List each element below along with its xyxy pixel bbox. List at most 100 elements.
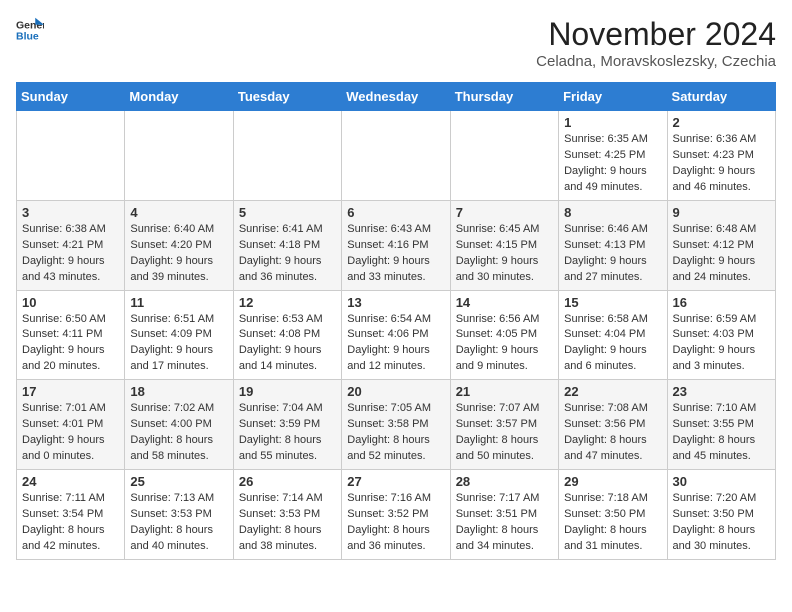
svg-text:Blue: Blue xyxy=(16,31,39,43)
calendar-cell: 19Sunrise: 7:04 AM Sunset: 3:59 PM Dayli… xyxy=(233,380,341,470)
calendar-cell: 16 Sunrise: 6:59 AM Sunset: 4:03 PM Dayli… xyxy=(667,290,775,380)
day-detail: Sunrise: 7:05 AM Sunset: 3:58 PM Dayligh… xyxy=(347,401,444,465)
calendar-cell: 6 Sunrise: 6:43 AM Sunset: 4:16 PM Daylig… xyxy=(342,200,450,290)
day-number: 23 xyxy=(673,384,770,399)
calendar-week-4: 17 Sunrise: 7:01 AM Sunset: 4:01 PM Dayli… xyxy=(17,380,776,470)
calendar-cell: 20 Sunrise: 7:05 AM Sunset: 3:58 PM Dayli… xyxy=(342,380,450,470)
calendar-cell: 9Sunrise: 6:48 AM Sunset: 4:12 PM Daylig… xyxy=(667,200,775,290)
calendar-cell: 26 Sunrise: 7:14 AM Sunset: 3:53 PM Dayli… xyxy=(233,470,341,560)
calendar-cell: 8Sunrise: 6:46 AM Sunset: 4:13 PM Daylig… xyxy=(559,200,667,290)
calendar-cell xyxy=(17,111,125,201)
day-number: 24 xyxy=(22,474,119,489)
day-detail: Sunrise: 6:41 AM Sunset: 4:18 PM Dayligh… xyxy=(239,222,336,286)
day-number: 17 xyxy=(22,384,119,399)
title-block: November 2024 Celadna, Moravskoslezsky, … xyxy=(536,16,776,70)
month-title: November 2024 xyxy=(536,16,776,53)
day-number: 29 xyxy=(564,474,661,489)
day-detail: Sunrise: 6:38 AM Sunset: 4:21 PM Dayligh… xyxy=(22,222,119,286)
calendar-cell: 3Sunrise: 6:38 AM Sunset: 4:21 PM Daylig… xyxy=(17,200,125,290)
day-detail: Sunrise: 6:45 AM Sunset: 4:15 PM Dayligh… xyxy=(456,222,553,286)
day-detail: Sunrise: 7:08 AM Sunset: 3:56 PM Dayligh… xyxy=(564,401,661,465)
day-detail: Sunrise: 6:36 AM Sunset: 4:23 PM Dayligh… xyxy=(673,132,770,196)
day-number: 10 xyxy=(22,295,119,310)
day-number: 13 xyxy=(347,295,444,310)
day-detail: Sunrise: 6:48 AM Sunset: 4:12 PM Dayligh… xyxy=(673,222,770,286)
day-detail: Sunrise: 7:20 AM Sunset: 3:50 PM Dayligh… xyxy=(673,491,770,555)
day-detail: Sunrise: 6:50 AM Sunset: 4:11 PM Dayligh… xyxy=(22,312,119,376)
calendar-week-1: 1 Sunrise: 6:35 AM Sunset: 4:25 PM Daylig… xyxy=(17,111,776,201)
day-detail: Sunrise: 7:14 AM Sunset: 3:53 PM Dayligh… xyxy=(239,491,336,555)
calendar-cell xyxy=(125,111,233,201)
calendar-cell: 2 Sunrise: 6:36 AM Sunset: 4:23 PM Daylig… xyxy=(667,111,775,201)
calendar-cell: 13 Sunrise: 6:54 AM Sunset: 4:06 PM Dayli… xyxy=(342,290,450,380)
weekday-header-thursday: Thursday xyxy=(450,83,558,111)
day-number: 14 xyxy=(456,295,553,310)
calendar-cell: 4 Sunrise: 6:40 AM Sunset: 4:20 PM Daylig… xyxy=(125,200,233,290)
day-number: 20 xyxy=(347,384,444,399)
calendar-cell: 17 Sunrise: 7:01 AM Sunset: 4:01 PM Dayli… xyxy=(17,380,125,470)
calendar-cell: 27 Sunrise: 7:16 AM Sunset: 3:52 PM Dayli… xyxy=(342,470,450,560)
calendar-cell: 11Sunrise: 6:51 AM Sunset: 4:09 PM Dayli… xyxy=(125,290,233,380)
day-detail: Sunrise: 7:02 AM Sunset: 4:00 PM Dayligh… xyxy=(130,401,227,465)
calendar-table: SundayMondayTuesdayWednesdayThursdayFrid… xyxy=(16,82,776,560)
calendar-cell xyxy=(233,111,341,201)
day-detail: Sunrise: 7:10 AM Sunset: 3:55 PM Dayligh… xyxy=(673,401,770,465)
day-number: 30 xyxy=(673,474,770,489)
day-number: 6 xyxy=(347,205,444,220)
calendar-week-5: 24 Sunrise: 7:11 AM Sunset: 3:54 PM Dayli… xyxy=(17,470,776,560)
day-detail: Sunrise: 6:59 AM Sunset: 4:03 PM Dayligh… xyxy=(673,312,770,376)
day-detail: Sunrise: 7:11 AM Sunset: 3:54 PM Dayligh… xyxy=(22,491,119,555)
calendar-cell: 25Sunrise: 7:13 AM Sunset: 3:53 PM Dayli… xyxy=(125,470,233,560)
calendar-cell: 14Sunrise: 6:56 AM Sunset: 4:05 PM Dayli… xyxy=(450,290,558,380)
day-detail: Sunrise: 7:13 AM Sunset: 3:53 PM Dayligh… xyxy=(130,491,227,555)
calendar-cell: 28Sunrise: 7:17 AM Sunset: 3:51 PM Dayli… xyxy=(450,470,558,560)
calendar-week-3: 10 Sunrise: 6:50 AM Sunset: 4:11 PM Dayli… xyxy=(17,290,776,380)
day-detail: Sunrise: 7:16 AM Sunset: 3:52 PM Dayligh… xyxy=(347,491,444,555)
calendar-cell: 21 Sunrise: 7:07 AM Sunset: 3:57 PM Dayli… xyxy=(450,380,558,470)
day-detail: Sunrise: 7:17 AM Sunset: 3:51 PM Dayligh… xyxy=(456,491,553,555)
logo: General Blue xyxy=(16,16,44,44)
calendar-cell xyxy=(342,111,450,201)
day-number: 2 xyxy=(673,115,770,130)
location-subtitle: Celadna, Moravskoslezsky, Czechia xyxy=(536,53,776,70)
weekday-header-friday: Friday xyxy=(559,83,667,111)
day-number: 12 xyxy=(239,295,336,310)
calendar-cell: 5Sunrise: 6:41 AM Sunset: 4:18 PM Daylig… xyxy=(233,200,341,290)
calendar-cell: 10 Sunrise: 6:50 AM Sunset: 4:11 PM Dayli… xyxy=(17,290,125,380)
day-detail: Sunrise: 6:53 AM Sunset: 4:08 PM Dayligh… xyxy=(239,312,336,376)
day-number: 1 xyxy=(564,115,661,130)
day-detail: Sunrise: 6:35 AM Sunset: 4:25 PM Dayligh… xyxy=(564,132,661,196)
calendar-cell: 22 Sunrise: 7:08 AM Sunset: 3:56 PM Dayli… xyxy=(559,380,667,470)
day-number: 18 xyxy=(130,384,227,399)
day-detail: Sunrise: 6:54 AM Sunset: 4:06 PM Dayligh… xyxy=(347,312,444,376)
calendar-cell: 30 Sunrise: 7:20 AM Sunset: 3:50 PM Dayli… xyxy=(667,470,775,560)
svg-text:General: General xyxy=(16,19,44,31)
day-detail: Sunrise: 7:18 AM Sunset: 3:50 PM Dayligh… xyxy=(564,491,661,555)
weekday-header-saturday: Saturday xyxy=(667,83,775,111)
day-number: 26 xyxy=(239,474,336,489)
logo-icon: General Blue xyxy=(16,16,44,44)
weekday-header-row: SundayMondayTuesdayWednesdayThursdayFrid… xyxy=(17,83,776,111)
day-number: 4 xyxy=(130,205,227,220)
calendar-cell: 29 Sunrise: 7:18 AM Sunset: 3:50 PM Dayli… xyxy=(559,470,667,560)
day-detail: Sunrise: 7:07 AM Sunset: 3:57 PM Dayligh… xyxy=(456,401,553,465)
day-number: 22 xyxy=(564,384,661,399)
calendar-week-2: 3Sunrise: 6:38 AM Sunset: 4:21 PM Daylig… xyxy=(17,200,776,290)
day-number: 15 xyxy=(564,295,661,310)
weekday-header-sunday: Sunday xyxy=(17,83,125,111)
day-detail: Sunrise: 7:01 AM Sunset: 4:01 PM Dayligh… xyxy=(22,401,119,465)
weekday-header-tuesday: Tuesday xyxy=(233,83,341,111)
day-number: 7 xyxy=(456,205,553,220)
weekday-header-monday: Monday xyxy=(125,83,233,111)
day-number: 27 xyxy=(347,474,444,489)
day-detail: Sunrise: 6:58 AM Sunset: 4:04 PM Dayligh… xyxy=(564,312,661,376)
calendar-cell: 1 Sunrise: 6:35 AM Sunset: 4:25 PM Daylig… xyxy=(559,111,667,201)
day-number: 16 xyxy=(673,295,770,310)
day-detail: Sunrise: 6:43 AM Sunset: 4:16 PM Dayligh… xyxy=(347,222,444,286)
day-detail: Sunrise: 7:04 AM Sunset: 3:59 PM Dayligh… xyxy=(239,401,336,465)
day-number: 21 xyxy=(456,384,553,399)
calendar-cell: 7 Sunrise: 6:45 AM Sunset: 4:15 PM Daylig… xyxy=(450,200,558,290)
day-detail: Sunrise: 6:40 AM Sunset: 4:20 PM Dayligh… xyxy=(130,222,227,286)
calendar-cell: 23 Sunrise: 7:10 AM Sunset: 3:55 PM Dayli… xyxy=(667,380,775,470)
calendar-cell: 24 Sunrise: 7:11 AM Sunset: 3:54 PM Dayli… xyxy=(17,470,125,560)
